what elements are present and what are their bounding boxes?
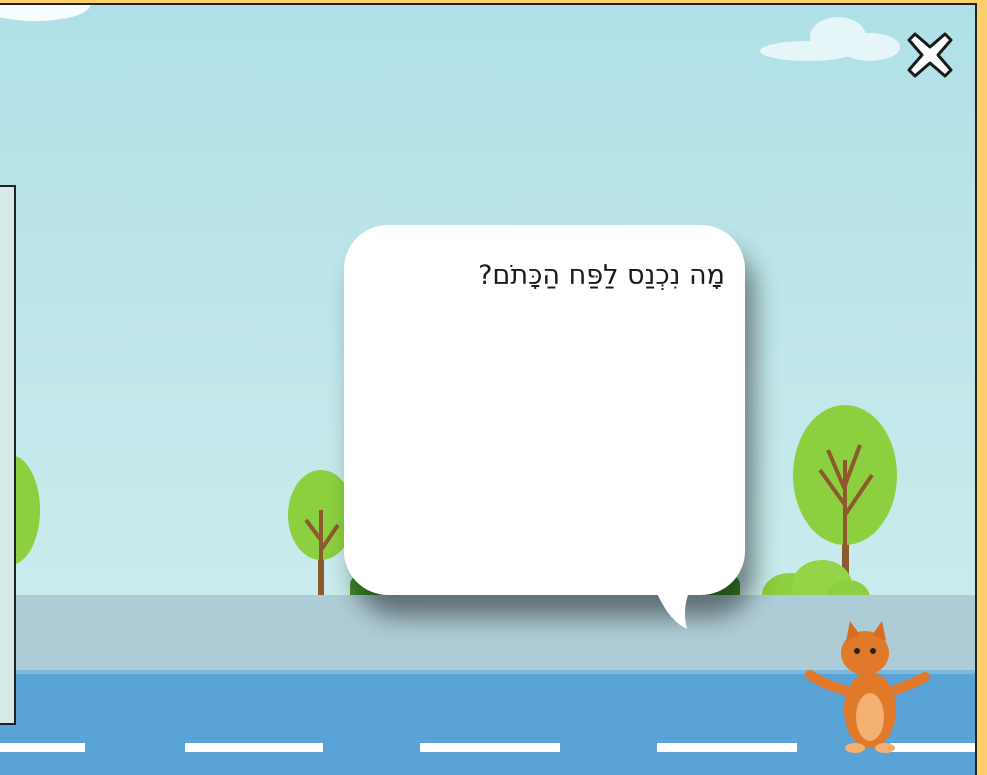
lane-dash <box>185 743 323 752</box>
lane-dash <box>657 743 797 752</box>
game-canvas: מָה נִכְנַס לַפַּח הַכָּתֹם? <box>0 3 977 775</box>
game-scene: מָה נִכְנַס לַפַּח הַכָּתֹם? <box>0 0 987 775</box>
side-panel-edge <box>0 185 16 725</box>
lane-dash <box>420 743 560 752</box>
cloud-top-right <box>760 17 900 61</box>
close-x-icon[interactable] <box>905 30 955 80</box>
question-text: מָה נִכְנַס לַפַּח הַכָּתֹם? <box>478 260 725 291</box>
cat-character <box>805 621 930 753</box>
speech-bubble-tail <box>653 585 693 629</box>
cloud-top-left <box>0 5 90 21</box>
lane-dash <box>0 743 85 752</box>
